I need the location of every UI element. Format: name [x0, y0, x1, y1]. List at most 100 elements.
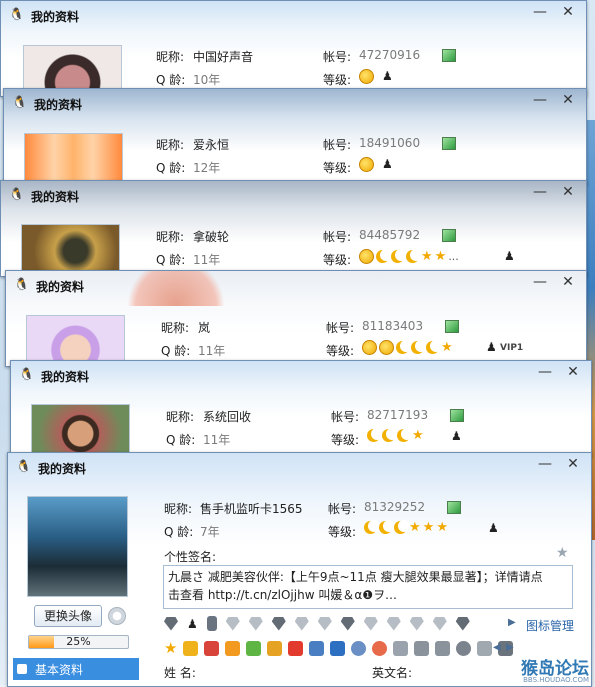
camera-icon	[330, 641, 346, 656]
gem-icon	[432, 616, 447, 631]
window-title: 我的资料	[41, 370, 90, 384]
minimize-button[interactable]: —	[533, 362, 557, 384]
edit-picture-icon[interactable]	[447, 501, 461, 514]
level-label: 等级:	[331, 433, 360, 447]
search-icon	[435, 641, 451, 656]
icon-manage-link[interactable]: 图标管理	[526, 617, 574, 634]
level-icons[interactable]	[359, 69, 374, 84]
title-bar[interactable]: 🐧 我的资料 — ✕	[1, 1, 586, 29]
qq-penguin-icon: 🐧	[9, 7, 24, 21]
membership-penguin-icon[interactable]: ♟	[382, 157, 393, 171]
scroll-right-icon[interactable]: ▶	[508, 617, 516, 628]
minimize-button[interactable]: —	[528, 182, 552, 204]
phone-icon	[206, 616, 217, 631]
basic-info-icon	[17, 664, 27, 674]
signature-label: 个性签名:	[164, 550, 217, 564]
close-button[interactable]: ✕	[561, 454, 585, 476]
membership-penguin-icon[interactable]: ♟	[504, 249, 515, 263]
level-label: 等级:	[328, 525, 357, 539]
profile-window-1: 🐧 我的资料 — ✕ 昵称: 中国好声音 Q 龄: 10年 帐号: 472709…	[0, 0, 587, 97]
profile-window-2: 🐧 我的资料 — ✕ 昵称: 爱永恒 Q 龄: 12年 帐号: 18491060…	[3, 88, 587, 185]
membership-penguin-icon[interactable]: ♟	[451, 429, 462, 443]
moon-icon	[426, 340, 442, 354]
qage-label: Q 龄:	[166, 433, 196, 447]
minimize-button[interactable]: —	[528, 2, 552, 24]
gem-icon	[248, 616, 263, 631]
account-label: 帐号:	[326, 321, 355, 335]
edit-picture-icon[interactable]	[445, 320, 459, 333]
close-button[interactable]: ✕	[556, 272, 580, 294]
qage-label: Q 龄:	[164, 525, 194, 539]
change-avatar-button[interactable]: 更换头像	[34, 605, 102, 627]
achievement-gem-row[interactable]: ♟	[164, 616, 470, 631]
window-title: 我的资料	[38, 462, 87, 476]
scroll-right-icon[interactable]: ▶	[506, 642, 514, 653]
account-value: 84485792	[359, 228, 421, 242]
title-bar[interactable]: 🐧 我的资料 — ✕	[4, 89, 586, 117]
avatar[interactable]	[24, 133, 123, 184]
qage-value: 11年	[193, 253, 221, 267]
edit-picture-icon[interactable]	[450, 409, 464, 422]
qq-penguin-icon: 🐧	[16, 459, 31, 473]
close-button[interactable]: ✕	[561, 362, 585, 384]
close-button[interactable]: ✕	[556, 90, 580, 112]
pet-icon	[225, 641, 241, 656]
star-icon: ★	[412, 428, 424, 443]
level-icons[interactable]	[359, 157, 374, 172]
star-icon: ★	[422, 520, 435, 535]
profile-window-3: 🐧 我的资料 — ✕ 昵称: 拿破轮 Q 龄: 11年 帐号: 84485792…	[0, 180, 587, 277]
close-button[interactable]: ✕	[556, 182, 580, 204]
qage-value: 7年	[200, 525, 220, 539]
membership-penguin-icon[interactable]: ♟	[488, 521, 499, 535]
music-icon	[414, 641, 430, 656]
edit-picture-icon[interactable]	[442, 49, 456, 62]
star-icon: ★	[441, 340, 453, 355]
nickname-value: 岚	[198, 321, 211, 335]
signature-textbox[interactable]: 九晨さ 减肥美容伙伴:【上午9点~11点 瘦大腿效果最显著】；详情请点 击查看 …	[163, 565, 573, 609]
moon-icon	[376, 249, 392, 263]
close-button[interactable]: ✕	[556, 2, 580, 24]
heart-icon	[393, 641, 409, 656]
level-label: 等级:	[323, 73, 352, 87]
title-bar[interactable]: 🐧 我的资料 — ✕	[8, 453, 591, 481]
membership-penguin-icon[interactable]: ♟	[486, 340, 497, 354]
level-icons[interactable]: ★	[367, 428, 424, 443]
sidebar-item-basic-info[interactable]: 基本资料	[13, 658, 139, 680]
edit-picture-icon[interactable]	[442, 229, 456, 242]
eye-icon	[351, 641, 367, 656]
title-bar[interactable]: 🐧 我的资料 — ✕	[1, 181, 586, 209]
level-icons[interactable]: ★ ★ ★	[364, 520, 448, 535]
nickname-label: 昵称:	[161, 321, 190, 335]
service-icon-row[interactable]: ★	[164, 641, 514, 656]
window-title: 我的资料	[34, 98, 83, 112]
video-icon	[309, 641, 325, 656]
moon-icon	[391, 249, 407, 263]
level-label: 等级:	[323, 253, 352, 267]
qage-value: 11年	[203, 433, 231, 447]
minimize-button[interactable]: —	[528, 272, 552, 294]
signature-edit-icon[interactable]: ★	[556, 545, 569, 561]
account-value: 82717193	[367, 408, 429, 422]
membership-penguin-icon[interactable]: ♟	[382, 69, 393, 83]
window-title: 我的资料	[36, 280, 85, 294]
scroll-left-icon[interactable]: ◀	[493, 642, 501, 653]
sun-icon	[359, 157, 374, 172]
avatar[interactable]	[31, 404, 130, 456]
level-icons[interactable]: ★ ★ ...	[359, 249, 459, 264]
level-icons[interactable]: ★	[362, 340, 453, 355]
minimize-button[interactable]: —	[528, 90, 552, 112]
title-bar[interactable]: 🐧 我的资料 — ✕	[11, 361, 591, 389]
edit-picture-icon[interactable]	[442, 137, 456, 150]
qzone-icon	[267, 641, 283, 656]
sun-icon	[379, 340, 394, 355]
minimize-button[interactable]: —	[533, 454, 557, 476]
title-bar[interactable]: 🐧 我的资料 — ✕	[6, 271, 586, 299]
account-label: 帐号:	[331, 410, 360, 424]
camera-icon[interactable]	[108, 607, 126, 625]
qage-value: 11年	[198, 344, 226, 358]
gem-icon	[409, 616, 424, 631]
qage-label: Q 龄:	[161, 344, 191, 358]
avatar[interactable]	[27, 496, 128, 597]
star-icon: ★	[436, 520, 448, 535]
account-label: 帐号:	[323, 138, 352, 152]
